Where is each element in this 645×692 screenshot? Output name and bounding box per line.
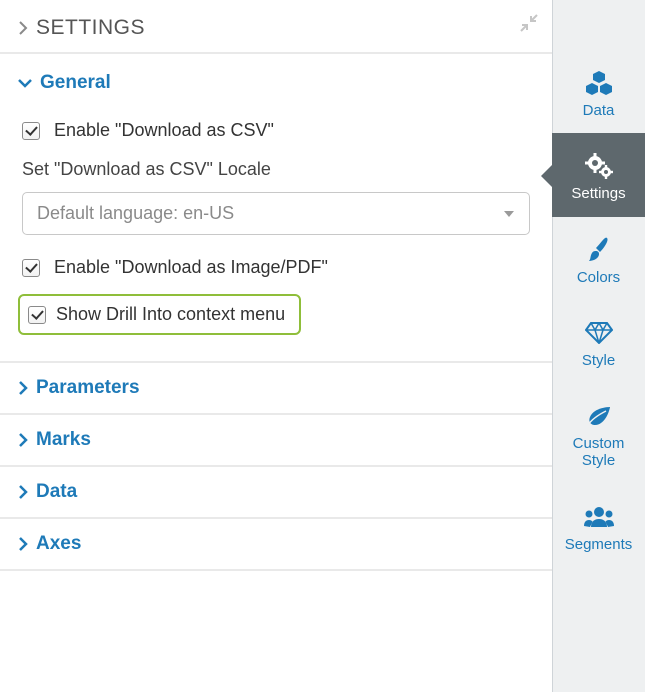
chevron-right-icon bbox=[18, 537, 28, 551]
drill-into-label: Show Drill Into context menu bbox=[56, 304, 285, 325]
chevron-down-icon bbox=[18, 78, 32, 88]
section-general-body: Enable "Download as CSV" Set "Download a… bbox=[0, 110, 552, 343]
locale-value: Default language: en-US bbox=[37, 203, 234, 224]
rail-label: Settings bbox=[571, 185, 625, 202]
locale-select[interactable]: Default language: en-US bbox=[22, 192, 530, 235]
panel-header[interactable]: SETTINGS bbox=[0, 0, 552, 54]
dropdown-triangle-icon bbox=[503, 210, 515, 218]
rail-item-settings[interactable]: Settings bbox=[552, 133, 645, 216]
rail-item-style[interactable]: Style bbox=[552, 300, 645, 383]
locale-label: Set "Download as CSV" Locale bbox=[22, 159, 530, 180]
section-general-header[interactable]: General bbox=[0, 54, 552, 110]
diamond-icon bbox=[585, 320, 613, 346]
rail-item-segments[interactable]: Segments bbox=[552, 484, 645, 567]
enable-image-label: Enable "Download as Image/PDF" bbox=[54, 257, 328, 278]
cubes-icon bbox=[585, 70, 613, 96]
chevron-right-icon bbox=[18, 381, 28, 395]
enable-csv-checkbox[interactable] bbox=[22, 122, 40, 140]
enable-csv-row: Enable "Download as CSV" bbox=[18, 110, 534, 151]
section-title: Axes bbox=[36, 533, 81, 555]
locale-field: Set "Download as CSV" Locale Default lan… bbox=[18, 151, 534, 247]
users-icon bbox=[584, 504, 614, 530]
section-title: Parameters bbox=[36, 377, 140, 399]
rail-item-custom-style[interactable]: Custom Style bbox=[552, 383, 645, 484]
rail-item-colors[interactable]: Colors bbox=[552, 217, 645, 300]
brush-icon bbox=[587, 237, 611, 263]
section-title: Data bbox=[36, 481, 77, 503]
enable-csv-label: Enable "Download as CSV" bbox=[54, 120, 274, 141]
panel-title: SETTINGS bbox=[36, 16, 145, 40]
section-marks[interactable]: Marks bbox=[0, 413, 552, 465]
enable-image-row: Enable "Download as Image/PDF" bbox=[18, 247, 534, 288]
enable-image-checkbox[interactable] bbox=[22, 259, 40, 277]
rail-item-data[interactable]: Data bbox=[552, 0, 645, 133]
settings-panel: SETTINGS General Enable "Download as CSV… bbox=[0, 0, 552, 692]
section-title: General bbox=[40, 72, 111, 94]
drill-into-highlight: Show Drill Into context menu bbox=[18, 294, 301, 335]
chevron-right-icon bbox=[18, 433, 28, 447]
section-title: Marks bbox=[36, 429, 91, 451]
gears-icon bbox=[585, 153, 613, 179]
rail-label: Style bbox=[582, 352, 615, 369]
section-axes[interactable]: Axes bbox=[0, 517, 552, 571]
chevron-right-icon bbox=[18, 21, 28, 35]
chevron-right-icon bbox=[18, 485, 28, 499]
shrink-icon[interactable] bbox=[520, 14, 538, 32]
rail-label: Segments bbox=[565, 536, 633, 553]
rail-label: Data bbox=[583, 102, 615, 119]
section-data[interactable]: Data bbox=[0, 465, 552, 517]
section-parameters[interactable]: Parameters bbox=[0, 361, 552, 413]
right-rail: Data Settings bbox=[552, 0, 645, 692]
rail-label: Custom Style bbox=[556, 435, 641, 470]
rail-label: Colors bbox=[577, 269, 620, 286]
drill-into-checkbox[interactable] bbox=[28, 306, 46, 324]
leaf-icon bbox=[586, 403, 612, 429]
